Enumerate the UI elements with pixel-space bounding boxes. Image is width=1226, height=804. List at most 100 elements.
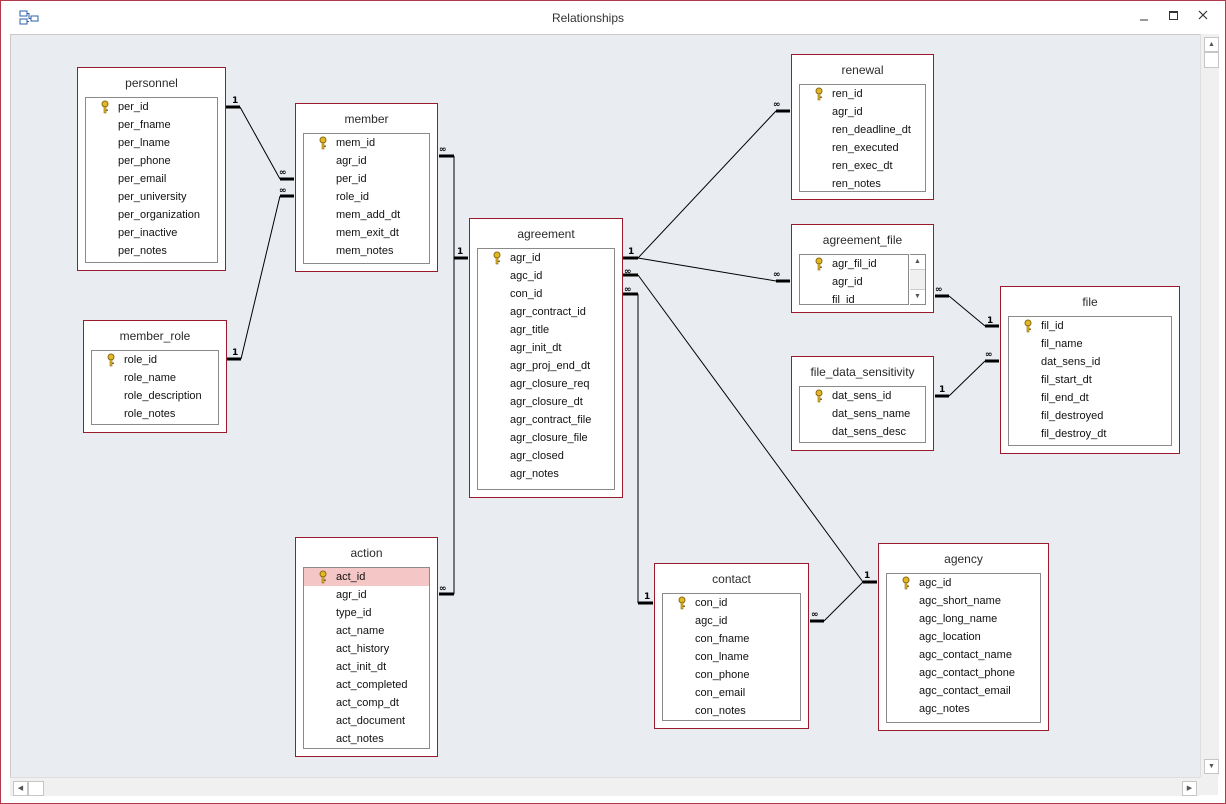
close-button[interactable] bbox=[1190, 5, 1216, 27]
field-item[interactable]: act_comp_dt bbox=[304, 694, 429, 712]
field-item[interactable]: agr_id bbox=[800, 103, 925, 121]
table-title[interactable]: contact bbox=[655, 572, 808, 586]
table-scrollbar[interactable]: ▲ ▼ bbox=[910, 254, 926, 305]
table-title[interactable]: agreement bbox=[470, 227, 622, 241]
table-personnel[interactable]: personnel per_id per_fname per_lname per_pho… bbox=[77, 67, 226, 271]
field-item[interactable]: agr_contract_file bbox=[478, 411, 614, 429]
table-title[interactable]: agency bbox=[879, 552, 1048, 566]
table-title[interactable]: renewal bbox=[792, 63, 933, 77]
field-item[interactable]: agc_id bbox=[887, 574, 1040, 592]
field-item[interactable]: fil_start_dt bbox=[1009, 371, 1171, 389]
table-title[interactable]: action bbox=[296, 546, 437, 560]
field-item[interactable]: agr_closure_dt bbox=[478, 393, 614, 411]
field-item[interactable]: role_name bbox=[92, 369, 218, 387]
field-item[interactable]: agr_closure_req bbox=[478, 375, 614, 393]
horizontal-scroll-thumb[interactable] bbox=[28, 781, 44, 796]
field-item[interactable]: con_id bbox=[478, 285, 614, 303]
field-list[interactable]: con_id agc_id con_fname con_lname con_phone c… bbox=[662, 593, 801, 721]
field-item[interactable]: agc_short_name bbox=[887, 592, 1040, 610]
table-agency[interactable]: agency agc_id agc_short_name agc_long_name a… bbox=[878, 543, 1049, 731]
field-item[interactable]: agr_init_dt bbox=[478, 339, 614, 357]
relationship-line-file-agreementfile[interactable] bbox=[948, 295, 986, 327]
field-item[interactable]: con_phone bbox=[663, 666, 800, 684]
relationship-line-role-member[interactable] bbox=[240, 195, 281, 360]
field-item[interactable]: con_email bbox=[663, 684, 800, 702]
field-item[interactable]: fil_id bbox=[1009, 317, 1171, 335]
field-item[interactable]: mem_exit_dt bbox=[304, 224, 429, 242]
field-item[interactable]: agc_id bbox=[478, 267, 614, 285]
field-item[interactable]: agc_location bbox=[887, 628, 1040, 646]
field-list[interactable]: role_id role_name role_description role_not… bbox=[91, 350, 219, 425]
table-member-role[interactable]: member_role role_id role_name role_descript… bbox=[83, 320, 227, 433]
field-item[interactable]: agr_contract_id bbox=[478, 303, 614, 321]
field-item[interactable]: mem_add_dt bbox=[304, 206, 429, 224]
table-renewal[interactable]: renewal ren_id agr_id ren_deadline_dt ren_ex… bbox=[791, 54, 934, 200]
field-item[interactable]: agr_id bbox=[800, 273, 908, 291]
field-item[interactable]: fil_destroy_dt bbox=[1009, 425, 1171, 443]
field-item[interactable]: fil_destroyed bbox=[1009, 407, 1171, 425]
field-item[interactable]: act_init_dt bbox=[304, 658, 429, 676]
field-item[interactable]: con_fname bbox=[663, 630, 800, 648]
field-item[interactable]: ren_deadline_dt bbox=[800, 121, 925, 139]
field-item[interactable]: per_lname bbox=[86, 134, 217, 152]
field-item[interactable]: agr_closure_file bbox=[478, 429, 614, 447]
field-list[interactable]: per_id per_fname per_lname per_phone per_ema… bbox=[85, 97, 218, 263]
table-file-data-sensitivity[interactable]: file_data_sensitivity dat_sens_id dat_sens… bbox=[791, 356, 934, 451]
field-list[interactable]: fil_id fil_name dat_sens_id fil_start_dt fil… bbox=[1008, 316, 1172, 446]
field-item[interactable]: per_organization bbox=[86, 206, 217, 224]
field-item[interactable]: fil_end_dt bbox=[1009, 389, 1171, 407]
field-item[interactable]: dat_sens_desc bbox=[800, 423, 925, 441]
horizontal-scrollbar[interactable]: ◀ ▶ bbox=[10, 777, 1200, 796]
field-item[interactable]: ren_executed bbox=[800, 139, 925, 157]
vertical-scrollbar[interactable]: ▲ ▼ bbox=[1200, 34, 1219, 777]
field-item[interactable]: agr_id bbox=[304, 586, 429, 604]
field-item[interactable]: agr_title bbox=[478, 321, 614, 339]
scroll-up-icon[interactable]: ▲ bbox=[910, 255, 925, 270]
relationship-line-sensitivity-file[interactable] bbox=[948, 360, 986, 397]
field-item[interactable]: per_inactive bbox=[86, 224, 217, 242]
field-list[interactable]: agc_id agc_short_name agc_long_name agc_loc… bbox=[886, 573, 1041, 723]
field-item[interactable]: agc_id bbox=[663, 612, 800, 630]
field-item[interactable]: act_id bbox=[304, 568, 429, 586]
field-item[interactable]: act_history bbox=[304, 640, 429, 658]
field-item[interactable]: fil_id bbox=[800, 291, 908, 304]
field-item[interactable]: dat_sens_name bbox=[800, 405, 925, 423]
field-item[interactable]: per_id bbox=[304, 170, 429, 188]
field-item[interactable]: con_id bbox=[663, 594, 800, 612]
table-agreement-file[interactable]: agreement_file agr_fil_id agr_id fil_id ▲ ▼ bbox=[791, 224, 934, 313]
field-list[interactable]: agr_fil_id agr_id fil_id bbox=[799, 254, 909, 305]
relationship-line-agreement-renewal[interactable] bbox=[637, 110, 777, 259]
field-item[interactable]: agc_contact_name bbox=[887, 646, 1040, 664]
field-list[interactable]: act_id agr_id type_id act_name act_history ac… bbox=[303, 567, 430, 749]
table-title[interactable]: file bbox=[1001, 295, 1179, 309]
table-agreement[interactable]: agreement agr_id agc_id con_id agr_contract_… bbox=[469, 218, 623, 498]
field-item[interactable]: agc_contact_email bbox=[887, 682, 1040, 700]
field-item[interactable]: act_notes bbox=[304, 730, 429, 748]
field-item[interactable]: ren_notes bbox=[800, 175, 925, 191]
field-item[interactable]: act_name bbox=[304, 622, 429, 640]
field-item[interactable]: agr_proj_end_dt bbox=[478, 357, 614, 375]
field-item[interactable]: mem_notes bbox=[304, 242, 429, 260]
field-item[interactable]: dat_sens_id bbox=[800, 387, 925, 405]
field-list[interactable]: ren_id agr_id ren_deadline_dt ren_executed r… bbox=[799, 84, 926, 192]
field-item[interactable]: dat_sens_id bbox=[1009, 353, 1171, 371]
scroll-right-icon[interactable]: ▶ bbox=[1182, 781, 1197, 796]
field-item[interactable]: con_notes bbox=[663, 702, 800, 720]
field-list[interactable]: mem_id agr_id per_id role_id mem_add_dt mem_e… bbox=[303, 133, 430, 264]
table-title[interactable]: file_data_sensitivity bbox=[792, 365, 933, 379]
field-item[interactable]: agr_fil_id bbox=[800, 255, 908, 273]
field-item[interactable]: act_document bbox=[304, 712, 429, 730]
scroll-down-icon[interactable]: ▼ bbox=[1204, 759, 1219, 774]
scroll-left-icon[interactable]: ◀ bbox=[13, 781, 28, 796]
field-item[interactable]: fil_name bbox=[1009, 335, 1171, 353]
table-title[interactable]: personnel bbox=[78, 76, 225, 90]
field-item[interactable]: per_university bbox=[86, 188, 217, 206]
field-item[interactable]: agr_closed bbox=[478, 447, 614, 465]
table-contact[interactable]: contact con_id agc_id con_fname con_lname con… bbox=[654, 563, 809, 729]
table-title[interactable]: member bbox=[296, 112, 437, 126]
table-member[interactable]: member mem_id agr_id per_id role_id mem_add_d… bbox=[295, 103, 438, 272]
field-item[interactable]: role_id bbox=[92, 351, 218, 369]
table-title[interactable]: agreement_file bbox=[792, 233, 933, 247]
field-item[interactable]: per_id bbox=[86, 98, 217, 116]
field-item[interactable]: agc_long_name bbox=[887, 610, 1040, 628]
